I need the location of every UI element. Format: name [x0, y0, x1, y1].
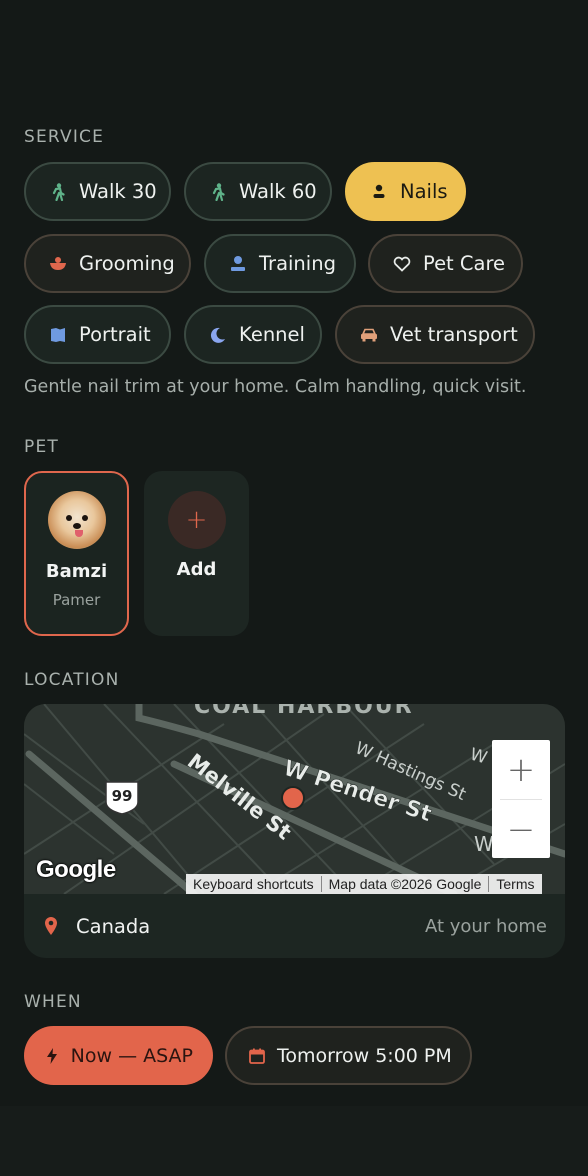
location-section-label: LOCATION	[24, 670, 120, 690]
service-chip-portrait[interactable]: Portrait	[24, 305, 171, 364]
google-logo: Google	[36, 856, 116, 883]
person-icon	[229, 255, 247, 273]
service-chip-label: Nails	[400, 180, 448, 203]
map-street-label: W	[474, 832, 494, 856]
pet-section-label: PET	[24, 437, 59, 457]
service-chip-label: Pet Care	[423, 252, 506, 275]
service-chip-training[interactable]: Training	[204, 234, 356, 293]
add-pet-label: Add	[176, 559, 217, 580]
bottom-bar	[0, 1106, 588, 1176]
location-hint: At your home	[424, 915, 547, 937]
service-chip-label: Portrait	[79, 323, 151, 346]
person-icon	[370, 183, 388, 201]
service-chip-kennel[interactable]: Kennel	[184, 305, 322, 364]
scheduled-time-label: Tomorrow 5:00 PM	[277, 1044, 452, 1067]
service-chip-pet-care[interactable]: Pet Care	[368, 234, 523, 293]
calendar-icon	[249, 1047, 265, 1065]
when-section-label: WHEN	[24, 992, 82, 1012]
zoom-in-button[interactable]: +	[492, 740, 550, 799]
add-pet-card[interactable]: + Add	[144, 471, 249, 636]
portrait-icon	[49, 326, 67, 344]
service-chip-label: Grooming	[79, 252, 175, 275]
pet-breed: Pamer	[52, 591, 101, 609]
heart-icon	[393, 255, 411, 273]
service-chip-walk-60[interactable]: Walk 60	[184, 162, 332, 221]
service-chip-label: Vet transport	[390, 323, 518, 346]
location-pin-icon	[44, 915, 62, 937]
location-marker-icon	[281, 786, 305, 810]
terms-link[interactable]: Terms	[489, 876, 541, 892]
location-row[interactable]: Canada At your home	[24, 894, 565, 958]
walking-icon	[49, 182, 67, 201]
map-area-label: COAL HARBOUR	[194, 704, 414, 719]
car-icon	[360, 326, 378, 344]
service-chip-nails[interactable]: Nails	[345, 162, 466, 221]
location-place: Canada	[76, 914, 151, 938]
map-data-link[interactable]: Map data ©2026 Google	[322, 876, 490, 892]
plus-icon: +	[167, 491, 226, 549]
bowl-icon	[49, 255, 67, 273]
pet-avatar	[47, 491, 106, 549]
asap-button[interactable]: Now — ASAP	[24, 1026, 213, 1085]
map-attribution: Keyboard shortcuts Map data ©2026 Google…	[186, 874, 542, 894]
service-chip-grooming[interactable]: Grooming	[24, 234, 191, 293]
service-chip-label: Training	[259, 252, 336, 275]
pet-name: Bamzi	[45, 561, 108, 582]
service-section-label: SERVICE	[24, 127, 105, 147]
lightning-icon	[46, 1047, 59, 1065]
pet-card-bamzi[interactable]: Bamzi Pamer	[24, 471, 129, 636]
moon-icon	[209, 326, 227, 344]
map[interactable]: COAL HARBOUR W Pender St Melville St W H…	[24, 704, 565, 894]
service-chip-walk-30[interactable]: Walk 30	[24, 162, 171, 221]
service-description: Gentle nail trim at your home. Calm hand…	[24, 377, 527, 397]
service-chip-label: Kennel	[239, 323, 305, 346]
zoom-out-button[interactable]: −	[492, 800, 550, 859]
zoom-controls: + −	[492, 740, 550, 858]
walking-icon	[209, 182, 227, 201]
booking-form: SERVICE Walk 30 Walk 60 Nails Grooming T…	[0, 0, 588, 1106]
service-chip-label: Walk 60	[239, 180, 317, 203]
scheduled-time-button[interactable]: Tomorrow 5:00 PM	[225, 1026, 472, 1085]
asap-label: Now — ASAP	[70, 1044, 193, 1067]
service-chip-label: Walk 30	[79, 180, 157, 203]
keyboard-shortcuts-link[interactable]: Keyboard shortcuts	[186, 876, 322, 892]
service-chip-vet-transport[interactable]: Vet transport	[335, 305, 535, 364]
location-card: COAL HARBOUR W Pender St Melville St W H…	[24, 704, 565, 958]
route-shield-label: 99	[112, 787, 133, 805]
